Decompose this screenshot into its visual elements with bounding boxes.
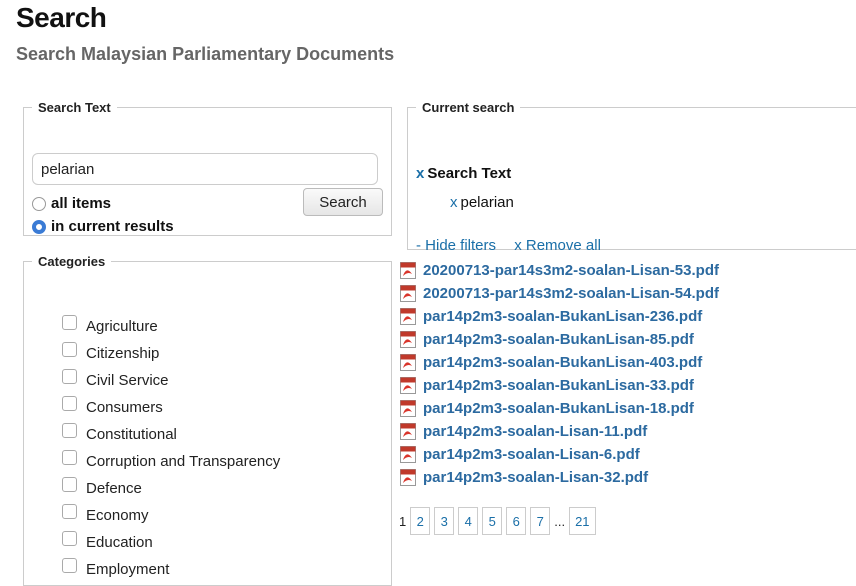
checkbox[interactable] xyxy=(62,504,77,519)
pagination: 1 2 3 4 5 6 7 ... 21 xyxy=(399,507,600,535)
result-item[interactable]: par14p2m3-soalan-Lisan-32.pdf xyxy=(400,466,719,489)
category-label: Citizenship xyxy=(86,345,160,362)
current-search-panel: Current search x Search Text x pelarian - … xyxy=(407,100,856,254)
result-link[interactable]: 20200713-par14s3m2-soalan-Lisan-53.pdf xyxy=(423,262,719,279)
current-filter-heading: x Search Text xyxy=(416,165,511,182)
pagination-page-link[interactable]: 4 xyxy=(458,507,479,535)
search-text-legend: Search Text xyxy=(38,100,111,115)
category-item[interactable]: Corruption and Transparency xyxy=(62,448,280,475)
result-link[interactable]: par14p2m3-soalan-BukanLisan-403.pdf xyxy=(423,354,702,371)
pdf-file-icon xyxy=(400,354,416,371)
category-item[interactable]: Employment xyxy=(62,556,280,583)
result-item[interactable]: par14p2m3-soalan-BukanLisan-236.pdf xyxy=(400,305,719,328)
pagination-page-link[interactable]: 3 xyxy=(434,507,455,535)
category-item[interactable]: Constitutional xyxy=(62,421,280,448)
category-label: Corruption and Transparency xyxy=(86,453,281,470)
pdf-file-icon xyxy=(400,308,416,325)
current-search-legend: Current search xyxy=(422,100,515,115)
result-link[interactable]: par14p2m3-soalan-BukanLisan-236.pdf xyxy=(423,308,702,325)
category-label: Education xyxy=(86,534,153,551)
result-item[interactable]: par14p2m3-soalan-BukanLisan-85.pdf xyxy=(400,328,719,351)
result-item[interactable]: par14p2m3-soalan-Lisan-6.pdf xyxy=(400,443,719,466)
pagination-page-link[interactable]: 7 xyxy=(530,507,551,535)
page-subtitle: Search Malaysian Parliamentary Documents xyxy=(16,44,395,64)
category-item[interactable]: Civil Service xyxy=(62,367,280,394)
result-item[interactable]: par14p2m3-soalan-BukanLisan-403.pdf xyxy=(400,351,719,374)
pdf-file-icon xyxy=(400,469,416,486)
search-button[interactable]: Search xyxy=(303,188,383,216)
result-link[interactable]: par14p2m3-soalan-BukanLisan-33.pdf xyxy=(423,377,694,394)
category-label: Constitutional xyxy=(86,426,177,443)
radio-all-items-label: all items xyxy=(51,195,112,212)
checkbox[interactable] xyxy=(62,531,77,546)
result-link[interactable]: par14p2m3-soalan-Lisan-6.pdf xyxy=(423,446,640,463)
search-text-panel: Search Text pelarian all items in curren… xyxy=(23,100,392,236)
category-item[interactable]: Agriculture xyxy=(62,313,280,340)
categories-panel: Categories Agriculture Citizenship Civil… xyxy=(23,254,392,586)
pdf-file-icon xyxy=(400,400,416,417)
pagination-page-link[interactable]: 5 xyxy=(482,507,503,535)
radio-current-results-label: in current results xyxy=(51,218,174,235)
radio-button-unchecked[interactable] xyxy=(32,196,46,211)
current-filter-term-value: pelarian xyxy=(460,194,514,211)
category-label: Employment xyxy=(86,561,170,578)
remove-term-icon[interactable]: x xyxy=(450,194,458,211)
radio-button-checked[interactable] xyxy=(32,219,46,234)
category-label: Economy xyxy=(86,507,149,524)
pdf-file-icon xyxy=(400,377,416,394)
pagination-last-page-link[interactable]: 21 xyxy=(569,507,596,535)
checkbox[interactable] xyxy=(62,450,77,465)
checkbox[interactable] xyxy=(62,342,77,357)
result-link[interactable]: 20200713-par14s3m2-soalan-Lisan-54.pdf xyxy=(423,285,719,302)
checkbox[interactable] xyxy=(62,477,77,492)
result-item[interactable]: par14p2m3-soalan-BukanLisan-18.pdf xyxy=(400,397,719,420)
result-link[interactable]: par14p2m3-soalan-Lisan-11.pdf xyxy=(423,423,647,440)
radio-current-results[interactable]: in current results xyxy=(32,218,174,235)
result-item[interactable]: 20200713-par14s3m2-soalan-Lisan-54.pdf xyxy=(400,282,719,305)
checkbox[interactable] xyxy=(62,423,77,438)
current-filter-label: Search Text xyxy=(427,165,512,182)
checkbox[interactable] xyxy=(62,315,77,330)
checkbox[interactable] xyxy=(62,369,77,384)
category-label: Agriculture xyxy=(86,318,158,335)
remove-all-link[interactable]: x Remove all xyxy=(514,237,601,254)
current-search-actions: - Hide filters x Remove all xyxy=(416,237,601,254)
current-filter-term: x pelarian xyxy=(450,194,514,211)
category-label: Civil Service xyxy=(86,372,169,389)
remove-filter-icon[interactable]: x xyxy=(416,165,424,182)
pagination-page-link[interactable]: 2 xyxy=(410,507,431,535)
categories-legend: Categories xyxy=(38,254,106,269)
pdf-file-icon xyxy=(400,262,416,279)
result-item[interactable]: par14p2m3-soalan-Lisan-11.pdf xyxy=(400,420,719,443)
checkbox[interactable] xyxy=(62,396,77,411)
pdf-file-icon xyxy=(400,446,416,463)
pdf-file-icon xyxy=(400,331,416,348)
category-item[interactable]: Citizenship xyxy=(62,340,280,367)
search-input[interactable]: pelarian xyxy=(32,153,378,185)
pagination-ellipsis: ... xyxy=(554,513,566,529)
category-item[interactable]: Defence xyxy=(62,475,280,502)
category-item[interactable]: Economy xyxy=(62,502,280,529)
result-link[interactable]: par14p2m3-soalan-Lisan-32.pdf xyxy=(423,469,648,486)
category-label: Consumers xyxy=(86,399,163,416)
pdf-file-icon xyxy=(400,285,416,302)
result-item[interactable]: par14p2m3-soalan-BukanLisan-33.pdf xyxy=(400,374,719,397)
result-item[interactable]: 20200713-par14s3m2-soalan-Lisan-53.pdf xyxy=(400,259,719,282)
page-title: Search xyxy=(16,2,107,33)
results-list: 20200713-par14s3m2-soalan-Lisan-53.pdf 20… xyxy=(400,259,719,489)
checkbox[interactable] xyxy=(62,558,77,573)
result-link[interactable]: par14p2m3-soalan-BukanLisan-85.pdf xyxy=(423,331,694,348)
radio-all-items[interactable]: all items xyxy=(32,195,111,212)
category-item[interactable]: Consumers xyxy=(62,394,280,421)
result-link[interactable]: par14p2m3-soalan-BukanLisan-18.pdf xyxy=(423,400,694,417)
pdf-file-icon xyxy=(400,423,416,440)
pagination-current-page: 1 xyxy=(399,513,407,529)
pagination-page-link[interactable]: 6 xyxy=(506,507,527,535)
category-list: Agriculture Citizenship Civil Service Co… xyxy=(62,313,280,583)
hide-filters-link[interactable]: - Hide filters xyxy=(416,237,496,254)
category-label: Defence xyxy=(86,480,142,497)
category-item[interactable]: Education xyxy=(62,529,280,556)
